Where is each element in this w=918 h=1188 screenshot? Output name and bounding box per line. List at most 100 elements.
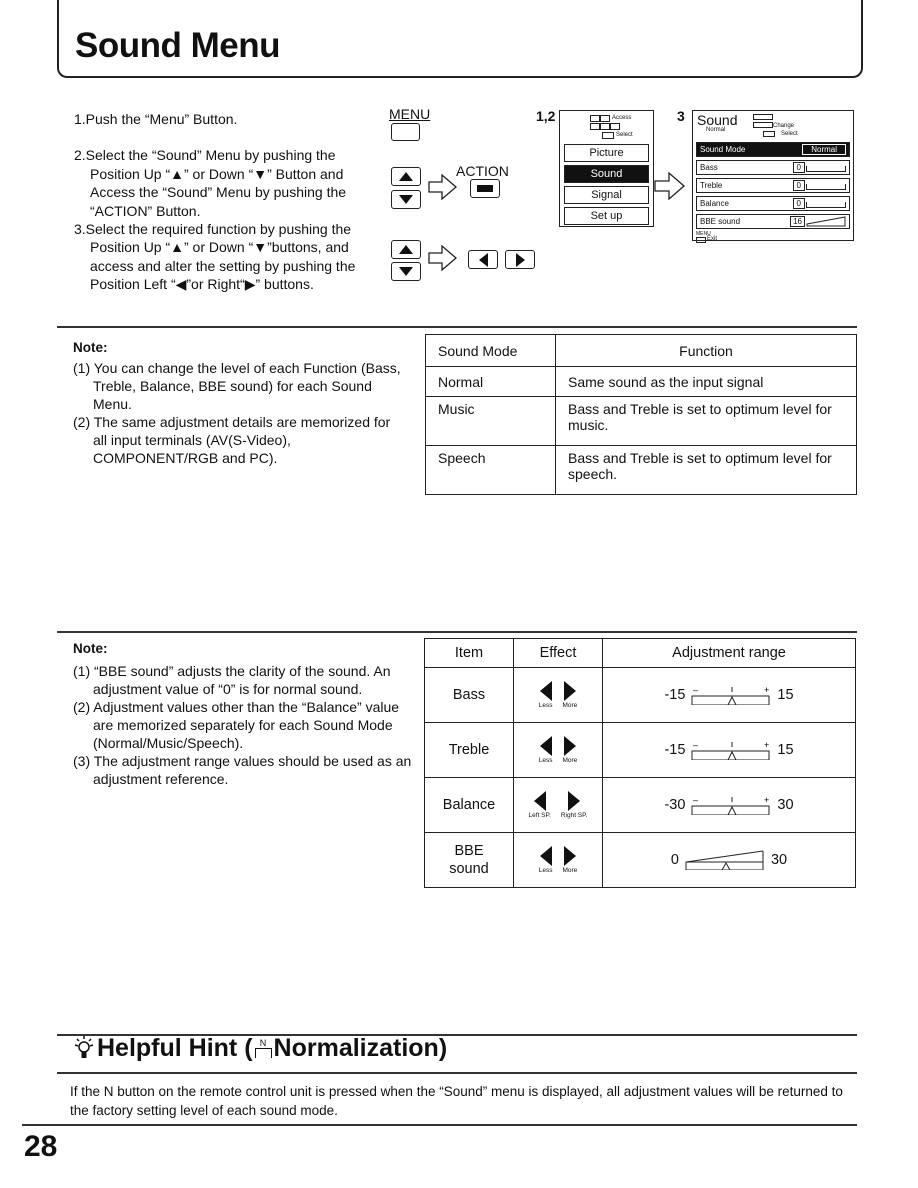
balance-value: 0 <box>792 198 805 209</box>
range-bar-icon: – + <box>691 740 770 760</box>
arrow-right-icon <box>654 172 685 200</box>
lightbulb-icon <box>74 1035 94 1058</box>
svg-text:+: + <box>764 685 769 695</box>
up-button[interactable] <box>391 167 421 186</box>
hint-text: If the N button on the remote control un… <box>70 1084 843 1118</box>
sound-menu-header: Sound Normal Change Select <box>693 111 853 139</box>
sound-mode-value: Normal <box>802 144 846 155</box>
hint-title: Helpful Hint ( N Normalization) <box>73 1034 447 1063</box>
main-menu-item-signal[interactable]: Signal <box>564 186 649 204</box>
right-button[interactable] <box>505 250 535 269</box>
legend-select: Select <box>616 132 633 138</box>
sound-mode-table: Sound Mode Function Normal Same sound as… <box>425 334 857 495</box>
range-max: 30 <box>770 852 788 868</box>
down-arrow-icon <box>399 195 413 204</box>
up-button-2[interactable] <box>391 240 421 259</box>
right-effect-label: More <box>562 867 578 874</box>
action-label: ACTION <box>456 163 509 179</box>
sound-row-mode[interactable]: Sound Mode Normal <box>696 142 850 157</box>
bass-slider[interactable] <box>806 166 846 172</box>
note-2: (1) “BBE sound” adjusts the clarity of t… <box>73 662 413 788</box>
remote-key-icon <box>590 115 600 122</box>
table-row: Bass Less More -15 – + 15 <box>424 667 856 723</box>
row-label: Sound Mode <box>700 145 746 154</box>
down-button-2[interactable] <box>391 262 421 281</box>
down-button[interactable] <box>391 190 421 209</box>
mode-cell: Music <box>425 396 556 446</box>
treble-slider[interactable] <box>806 184 846 190</box>
steps-list: 1.Push the “Menu” Button. 2.Select the “… <box>74 110 374 294</box>
hint-title-main: Normalization) <box>273 1034 448 1062</box>
right-triangle-icon <box>563 846 576 866</box>
item-cell: Treble <box>424 722 514 778</box>
range-min: 0 <box>670 852 679 868</box>
range-min: -15 <box>664 742 686 758</box>
item-cell: Balance <box>424 777 514 833</box>
left-triangle-icon <box>539 681 552 701</box>
range-cell: -30 – + 30 <box>602 777 856 833</box>
row-label: Balance <box>700 199 729 208</box>
row-label: Bass <box>700 163 718 172</box>
balance-slider[interactable] <box>806 202 846 208</box>
n-key-icon: N <box>254 1039 272 1058</box>
svg-text:+: + <box>764 740 769 750</box>
down-arrow-icon <box>399 267 413 276</box>
left-button[interactable] <box>468 250 498 269</box>
range-max: 30 <box>777 797 794 813</box>
legend-select: Select <box>781 131 798 137</box>
range-cell: -15 – + 15 <box>602 722 856 778</box>
remote-key-icon <box>763 131 775 137</box>
effect-cell: Less More <box>513 722 603 778</box>
header-function: Function <box>555 334 857 367</box>
treble-value: 0 <box>792 180 805 191</box>
item-cell: BBE sound <box>424 832 514 888</box>
range-wedge-icon <box>685 850 764 870</box>
sound-row-treble[interactable]: Treble 0 <box>696 178 850 193</box>
arrow-right-icon <box>428 245 457 271</box>
sound-row-balance[interactable]: Balance 0 <box>696 196 850 211</box>
range-cell: -15 – + 15 <box>602 667 856 723</box>
right-effect-label: Right SP. <box>560 812 588 819</box>
action-button[interactable] <box>470 179 500 198</box>
hint-title-prefix: Helpful Hint ( <box>97 1034 253 1062</box>
left-arrow-icon <box>478 252 488 267</box>
main-menu-item-sound[interactable]: Sound <box>564 165 649 183</box>
left-effect-label: Less <box>538 867 553 874</box>
exit-hint: MENU Exit <box>693 231 853 244</box>
note-2-heading: Note: <box>73 641 108 656</box>
svg-text:–: – <box>693 685 698 695</box>
page-number: 28 <box>24 1130 58 1163</box>
main-menu-item-picture[interactable]: Picture <box>564 144 649 162</box>
sound-row-bbe[interactable]: BBE sound 16 <box>696 214 850 229</box>
arrow-right-icon <box>428 174 457 200</box>
row-label: BBE sound <box>700 217 741 226</box>
effect-cell: Left SP. Right SP. <box>513 777 603 833</box>
adjustment-table: Item Effect Adjustment range Bass Less M… <box>424 638 856 888</box>
right-effect-label: More <box>562 757 578 764</box>
table-row: BBE sound Less More 0 30 <box>424 832 856 888</box>
range-max: 15 <box>777 742 794 758</box>
bbe-slider[interactable] <box>806 216 846 227</box>
up-arrow-icon <box>399 172 413 181</box>
divider <box>22 1124 857 1126</box>
note-1-item: (2) The same adjustment details are memo… <box>73 414 391 466</box>
left-effect-label: Less <box>538 757 553 764</box>
step-3: 3.Select the required function by pushin… <box>74 221 356 293</box>
left-triangle-icon <box>539 846 552 866</box>
menu-button[interactable] <box>391 123 420 141</box>
left-effect-label: Left SP. <box>528 812 551 819</box>
mode-cell: Normal <box>425 366 556 397</box>
function-cell: Bass and Treble is set to optimum level … <box>555 396 857 446</box>
sound-menu-title: Sound <box>697 112 738 128</box>
range-bar-icon: – + <box>691 685 770 705</box>
note-2-item: (2) Adjustment values other than the “Ba… <box>73 699 400 751</box>
remote-key-icon <box>602 132 614 139</box>
right-effect-label: More <box>562 702 578 709</box>
sound-menu-screen: Sound Normal Change Select Sound Mode No… <box>692 110 854 244</box>
divider <box>57 1072 857 1074</box>
note-2-item: (3) The adjustment range values should b… <box>73 753 412 787</box>
legend-access: Access <box>612 115 632 121</box>
divider <box>57 631 857 633</box>
sound-row-bass[interactable]: Bass 0 <box>696 160 850 175</box>
main-menu-item-setup[interactable]: Set up <box>564 207 649 225</box>
